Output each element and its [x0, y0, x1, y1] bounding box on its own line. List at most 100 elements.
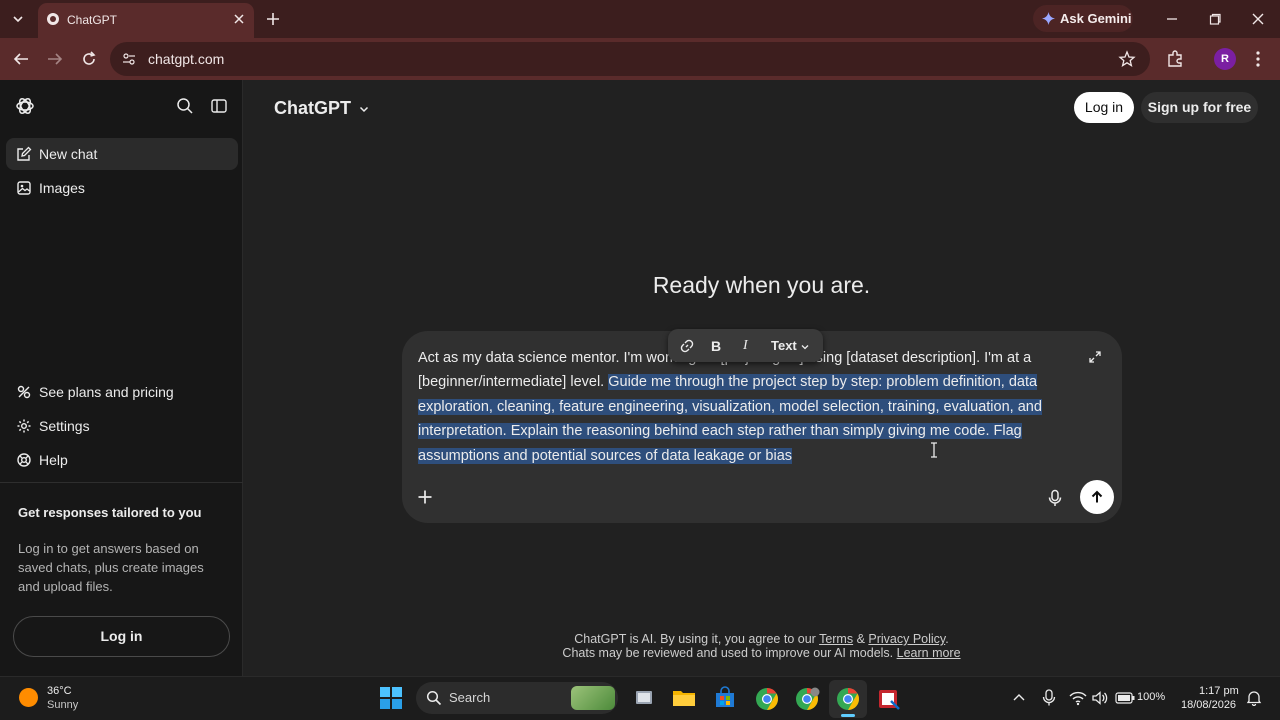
sidebar-item-label: New chat	[39, 146, 98, 162]
sidebar-login-button[interactable]: Log in	[13, 616, 230, 657]
file-explorer-icon[interactable]	[672, 688, 696, 708]
taskbar-search-label: Search	[449, 690, 491, 705]
disclaimer-footer: ChatGPT is AI. By using it, you agree to…	[243, 632, 1280, 661]
ask-gemini-label: Ask Gemini	[1060, 11, 1132, 26]
bookmark-star-icon[interactable]	[1118, 50, 1136, 68]
weather-condition: Sunny	[47, 699, 79, 711]
sidebar-item-images[interactable]: Images	[6, 172, 238, 204]
images-icon	[17, 181, 31, 195]
url-text: chatgpt.com	[148, 51, 225, 67]
arrow-up-icon	[1091, 490, 1103, 503]
microphone-tray-icon[interactable]	[1042, 689, 1056, 707]
active-indicator	[841, 714, 855, 717]
ask-gemini-button[interactable]: Ask Gemini	[1033, 5, 1133, 32]
login-promo: Get responses tailored to you Log in to …	[0, 482, 243, 676]
profile-avatar[interactable]: R	[1214, 48, 1236, 70]
text-style-label: Text	[771, 338, 797, 353]
snipping-tool-icon[interactable]	[877, 687, 901, 711]
tab-search-button[interactable]	[8, 9, 28, 29]
format-toolbar: B I Text	[668, 329, 823, 362]
model-name: ChatGPT	[274, 98, 352, 118]
search-highlight-image	[571, 686, 615, 710]
chrome-profile-icon[interactable]	[795, 687, 821, 711]
search-icon	[426, 690, 442, 706]
text-style-dropdown[interactable]: Text	[771, 338, 810, 353]
footer-text: Chats may be reviewed and used to improv…	[562, 645, 897, 660]
expand-icon[interactable]	[1088, 350, 1102, 364]
browser-toolbar: chatgpt.com R	[0, 38, 1280, 80]
site-info-icon[interactable]	[122, 52, 136, 66]
reload-icon[interactable]	[80, 50, 98, 68]
address-bar[interactable]: chatgpt.com	[110, 42, 1150, 76]
search-chats-icon[interactable]	[176, 97, 194, 115]
sidebar-item-label: Images	[39, 180, 85, 196]
promo-text: Log in to get answers based on saved cha…	[18, 541, 204, 594]
minimize-icon[interactable]	[1164, 11, 1180, 27]
notifications-icon[interactable]	[1246, 690, 1262, 706]
footer-line-1: ChatGPT is AI. By using it, you agree to…	[243, 632, 1280, 647]
page-headline: Ready when you are.	[652, 272, 871, 298]
chevron-down-icon	[801, 344, 809, 349]
close-tab-icon[interactable]	[232, 12, 246, 26]
footer-text: .	[945, 632, 949, 646]
profile-initial: R	[1221, 53, 1229, 65]
toggle-sidebar-icon[interactable]	[210, 97, 228, 115]
gear-icon	[17, 419, 31, 433]
volume-icon[interactable]	[1092, 690, 1108, 706]
main-panel: ChatGPT Log in Sign up for free Ready wh…	[243, 80, 1280, 676]
store-icon[interactable]	[713, 686, 737, 710]
weather-temperature: 36°C	[47, 685, 72, 697]
battery-icon[interactable]	[1115, 692, 1135, 704]
back-icon[interactable]	[12, 51, 30, 67]
login-button[interactable]: Log in	[1074, 92, 1134, 123]
chrome-icon[interactable]	[755, 687, 779, 711]
footer-text: &	[853, 632, 869, 646]
sidebar-item-plans[interactable]: See plans and pricing	[6, 376, 238, 408]
sidebar-item-settings[interactable]: Settings	[6, 410, 238, 442]
taskbar-search[interactable]: Search	[416, 682, 618, 714]
close-window-icon[interactable]	[1250, 11, 1266, 27]
microphone-icon[interactable]	[1047, 489, 1063, 507]
forward-icon[interactable]	[46, 51, 64, 67]
privacy-link[interactable]: Privacy Policy	[868, 632, 945, 646]
browser-tab-bar: ChatGPT Ask Gemini	[0, 0, 1280, 38]
signup-button[interactable]: Sign up for free	[1141, 92, 1258, 123]
model-selector[interactable]: ChatGPT	[274, 98, 370, 119]
add-attachment-icon[interactable]	[417, 489, 433, 505]
footer-line-2: Chats may be reviewed and used to improv…	[243, 645, 1280, 661]
help-icon	[17, 453, 31, 467]
prompt-input[interactable]: Act as my data science mentor. I'm worki…	[418, 346, 1078, 468]
sidebar-item-help[interactable]: Help	[6, 444, 238, 476]
task-view-icon[interactable]	[633, 688, 655, 708]
chevron-down-icon	[13, 16, 23, 23]
plans-icon	[17, 385, 31, 399]
windows-start-icon[interactable]	[380, 687, 402, 709]
extensions-icon[interactable]	[1165, 49, 1185, 69]
new-tab-icon[interactable]	[265, 11, 281, 27]
openai-logo-icon[interactable]	[15, 96, 35, 116]
italic-button[interactable]: I	[743, 338, 748, 354]
sidebar: New chat Images See plans and pricing Se…	[0, 80, 243, 676]
sidebar-item-label: Settings	[39, 418, 90, 434]
taskbar: 36°C Sunny Search 100% 1:17 pm 18/08/202…	[0, 676, 1280, 720]
sidebar-item-label: Help	[39, 452, 68, 468]
learn-more-link[interactable]: Learn more	[897, 646, 961, 660]
wifi-icon[interactable]	[1069, 690, 1087, 706]
battery-percentage: 100%	[1137, 691, 1166, 703]
chatgpt-favicon-icon	[46, 12, 60, 26]
browser-tab[interactable]: ChatGPT	[38, 3, 254, 38]
sidebar-item-label: See plans and pricing	[39, 384, 174, 400]
bold-button[interactable]: B	[711, 338, 721, 354]
send-button[interactable]	[1080, 480, 1114, 514]
sidebar-item-new-chat[interactable]: New chat	[6, 138, 238, 170]
sun-icon	[19, 688, 38, 707]
terms-link[interactable]: Terms	[819, 632, 853, 646]
edit-icon	[17, 146, 32, 161]
restore-icon[interactable]	[1207, 11, 1223, 27]
link-icon[interactable]	[679, 338, 695, 354]
chevron-down-icon	[360, 107, 369, 113]
show-hidden-icons-icon[interactable]	[1012, 691, 1026, 705]
browser-menu-icon[interactable]	[1252, 50, 1264, 68]
chrome-active-icon[interactable]	[829, 680, 867, 718]
clock-date: 18/08/2026	[1181, 699, 1237, 711]
